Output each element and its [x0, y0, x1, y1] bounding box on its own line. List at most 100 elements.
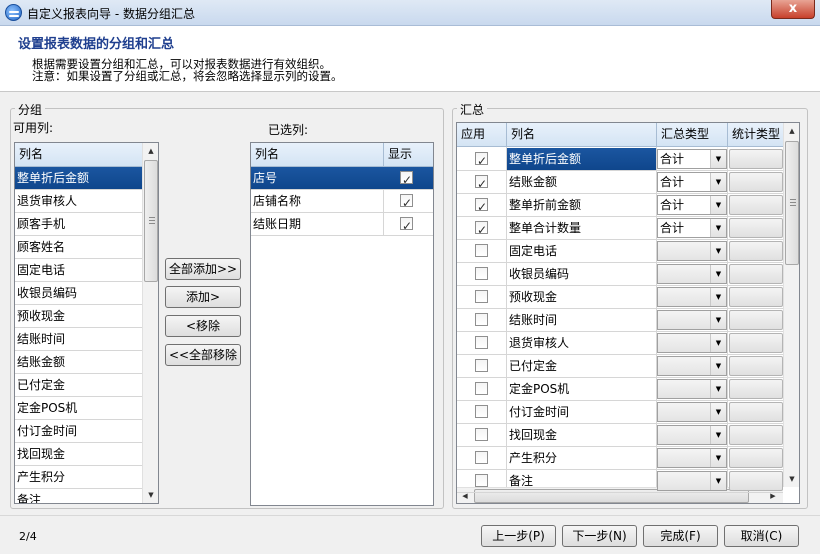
stat-type-select[interactable]	[729, 402, 783, 422]
agg-type-select[interactable]: ▼	[657, 356, 727, 376]
apply-checkbox[interactable]	[475, 196, 488, 216]
remove-button[interactable]: <移除	[165, 315, 241, 337]
show-checkbox[interactable]	[400, 192, 413, 212]
dropdown-arrow-icon[interactable]: ▼	[710, 357, 726, 375]
apply-checkbox[interactable]	[475, 474, 488, 487]
stat-type-select[interactable]	[729, 195, 783, 215]
scroll-thumb[interactable]	[785, 141, 799, 265]
agg-type-select[interactable]: 合计 ▼	[657, 172, 727, 192]
agg-type-select[interactable]: ▼	[657, 333, 727, 353]
prev-button[interactable]: 上一步(P)	[481, 525, 556, 547]
agg-type-select[interactable]: ▼	[657, 264, 727, 284]
agg-type-header[interactable]: 汇总类型	[656, 123, 727, 147]
close-button[interactable]: x	[771, 0, 815, 19]
selected-name-header[interactable]: 列名	[251, 143, 383, 167]
stat-type-select[interactable]	[729, 310, 783, 330]
available-column-item[interactable]: 固定电话	[15, 259, 142, 282]
available-columns-list[interactable]: 列名 ▲ ▼ 整单折后金额 退货审核人 顾客手机 顾客姓名 固定电话 收银员编码 预收现金结…	[14, 142, 159, 504]
add-button[interactable]: 添加>	[165, 286, 241, 308]
agg-type-select[interactable]: ▼	[657, 287, 727, 307]
apply-checkbox[interactable]	[475, 405, 488, 418]
agg-type-select[interactable]: ▼	[657, 402, 727, 422]
dropdown-arrow-icon[interactable]: ▼	[710, 426, 726, 444]
apply-checkbox[interactable]	[475, 150, 488, 170]
scroll-down-arrow-icon[interactable]: ▼	[784, 471, 799, 487]
next-button[interactable]: 下一步(N)	[562, 525, 637, 547]
apply-checkbox[interactable]	[475, 382, 488, 395]
apply-checkbox[interactable]	[475, 244, 488, 257]
stat-type-select[interactable]	[729, 172, 783, 192]
agg-type-select[interactable]: ▼	[657, 471, 727, 491]
available-column-item[interactable]: 收银员编码	[15, 282, 142, 305]
stat-type-select[interactable]	[729, 287, 783, 307]
apply-checkbox[interactable]	[475, 290, 488, 303]
apply-checkbox[interactable]	[475, 267, 488, 280]
dropdown-arrow-icon[interactable]: ▼	[710, 219, 726, 237]
selected-columns-list[interactable]: 列名 显示 店号店铺名称结账日期	[250, 142, 434, 506]
column-name-header[interactable]: 列名	[506, 123, 656, 147]
scroll-up-arrow-icon[interactable]: ▲	[784, 123, 799, 139]
available-column-header[interactable]: 列名	[15, 143, 142, 167]
agg-type-select[interactable]: ▼	[657, 310, 727, 330]
summary-vertical-scrollbar[interactable]: ▲ ▼	[783, 123, 799, 487]
dropdown-arrow-icon[interactable]: ▼	[710, 449, 726, 467]
available-list-scrollbar[interactable]: ▲ ▼	[142, 143, 158, 503]
available-column-item[interactable]: 定金POS机	[15, 397, 142, 420]
available-column-item[interactable]: 顾客姓名	[15, 236, 142, 259]
available-column-item[interactable]: 备注	[15, 489, 142, 503]
apply-header[interactable]: 应用	[457, 123, 506, 147]
agg-type-select[interactable]: ▼	[657, 379, 727, 399]
apply-checkbox[interactable]	[475, 359, 488, 372]
selected-column-item[interactable]: 结账日期	[251, 213, 433, 236]
apply-checkbox[interactable]	[475, 313, 488, 326]
agg-type-select[interactable]: 合计 ▼	[657, 149, 727, 169]
apply-checkbox[interactable]	[475, 428, 488, 441]
dropdown-arrow-icon[interactable]: ▼	[710, 173, 726, 191]
show-checkbox[interactable]	[400, 215, 413, 235]
dropdown-arrow-icon[interactable]: ▼	[710, 242, 726, 260]
available-column-item[interactable]: 结账时间	[15, 328, 142, 351]
cancel-button[interactable]: 取消(C)	[724, 525, 799, 547]
dropdown-arrow-icon[interactable]: ▼	[710, 196, 726, 214]
dropdown-arrow-icon[interactable]: ▼	[710, 403, 726, 421]
agg-type-select[interactable]: ▼	[657, 425, 727, 445]
selected-show-header[interactable]: 显示	[383, 143, 433, 167]
summary-grid[interactable]: 应用 列名 汇总类型 统计类型 ▲ ▼ ◀ ▶ 整单折后金额合计▼结账金额合计▼…	[456, 122, 800, 504]
stat-type-select[interactable]	[729, 356, 783, 376]
available-column-item[interactable]: 结账金额	[15, 351, 142, 374]
stat-type-select[interactable]	[729, 218, 783, 238]
apply-checkbox[interactable]	[475, 451, 488, 464]
apply-checkbox[interactable]	[475, 336, 488, 349]
scroll-down-arrow-icon[interactable]: ▼	[143, 487, 158, 503]
available-column-item[interactable]: 已付定金	[15, 374, 142, 397]
selected-column-item[interactable]: 店号	[251, 167, 433, 190]
stat-type-select[interactable]	[729, 448, 783, 468]
available-column-item[interactable]: 产生积分	[15, 466, 142, 489]
stat-type-select[interactable]	[729, 264, 783, 284]
stat-type-select[interactable]	[729, 379, 783, 399]
finish-button[interactable]: 完成(F)	[643, 525, 718, 547]
available-column-item[interactable]: 顾客手机	[15, 213, 142, 236]
remove-all-button[interactable]: <<全部移除	[165, 344, 241, 366]
scroll-up-arrow-icon[interactable]: ▲	[143, 143, 158, 159]
stat-type-select[interactable]	[729, 333, 783, 353]
dropdown-arrow-icon[interactable]: ▼	[710, 380, 726, 398]
agg-type-select[interactable]: ▼	[657, 448, 727, 468]
available-column-item[interactable]: 退货审核人	[15, 190, 142, 213]
available-column-item[interactable]: 整单折后金额	[15, 167, 142, 190]
scroll-thumb[interactable]	[144, 160, 158, 282]
apply-checkbox[interactable]	[475, 219, 488, 239]
available-column-item[interactable]: 付订金时间	[15, 420, 142, 443]
apply-checkbox[interactable]	[475, 173, 488, 193]
available-column-item[interactable]: 预收现金	[15, 305, 142, 328]
dropdown-arrow-icon[interactable]: ▼	[710, 334, 726, 352]
dropdown-arrow-icon[interactable]: ▼	[710, 150, 726, 168]
available-column-item[interactable]: 找回现金	[15, 443, 142, 466]
agg-type-select[interactable]: 合计 ▼	[657, 218, 727, 238]
add-all-button[interactable]: 全部添加>>	[165, 258, 241, 280]
agg-type-select[interactable]: 合计 ▼	[657, 195, 727, 215]
selected-column-item[interactable]: 店铺名称	[251, 190, 433, 213]
agg-type-select[interactable]: ▼	[657, 241, 727, 261]
stat-type-select[interactable]	[729, 425, 783, 445]
stat-type-select[interactable]	[729, 241, 783, 261]
